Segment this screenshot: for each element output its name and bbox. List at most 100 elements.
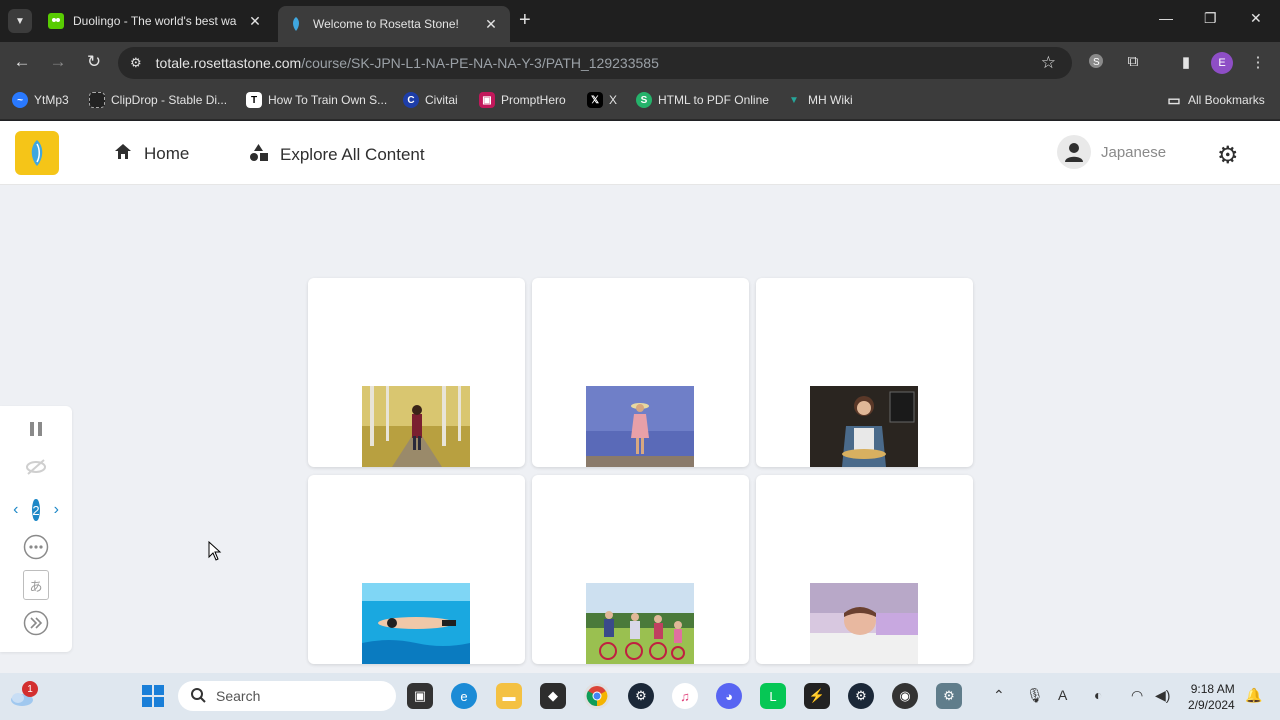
forward-icon[interactable]: → [47, 52, 69, 72]
bookmark-civitai[interactable]: C Civitai [403, 92, 458, 108]
line-icon[interactable]: L [760, 683, 786, 709]
photo-girl-on-beach [586, 386, 694, 467]
all-bookmarks-label: All Bookmarks [1188, 93, 1265, 107]
steam-icon[interactable]: ⚙ [628, 683, 654, 709]
chrome-menu-icon[interactable]: ⋮ [1247, 53, 1269, 71]
rosetta-page: Home Explore All Content Japanese ⚙ ‹ 2 … [0, 121, 1280, 673]
bolt-app-icon[interactable]: ⚡ [804, 683, 830, 709]
image-card[interactable] [308, 278, 525, 467]
nav-explore-label: Explore All Content [280, 145, 425, 164]
nav-home[interactable]: Home [114, 143, 189, 165]
kana-icon[interactable]: あ [0, 570, 72, 600]
photo-boy-sleeping [810, 583, 918, 664]
rosetta-stone-icon [288, 16, 304, 32]
obs-icon[interactable]: ◉ [892, 683, 918, 709]
bookmark-html-to-pdf[interactable]: S HTML to PDF Online [636, 92, 769, 108]
bookmark-label: HTML to PDF Online [658, 93, 769, 107]
lesson-control-panel: ‹ 2 › あ [0, 406, 72, 652]
minimize-icon[interactable]: — [1159, 10, 1173, 26]
windows-start-icon[interactable] [140, 683, 166, 709]
close-tab-icon[interactable]: ✕ [246, 13, 264, 30]
system-clock[interactable]: 9:18 AM 2/9/2024 [1188, 681, 1235, 713]
image-card[interactable] [532, 475, 749, 664]
bookmark-label: YtMp3 [34, 93, 69, 107]
tab-search-chevron-icon[interactable]: ▼ [8, 9, 32, 33]
vpn-icon[interactable]: ◐ [1094, 687, 1102, 703]
search-icon [190, 687, 206, 706]
itunes-icon[interactable]: ♫ [672, 683, 698, 709]
rosetta-logo[interactable] [15, 131, 59, 175]
bookmark-clipdrop[interactable]: ClipDrop - Stable Di... [89, 92, 227, 108]
steam-2-icon[interactable]: ⚙ [848, 683, 874, 709]
all-bookmarks[interactable]: ▭ All Bookmarks [1166, 91, 1265, 108]
bookmark-star-icon[interactable]: ☆ [1041, 53, 1056, 73]
mouse-cursor-icon [208, 540, 222, 566]
tab-duolingo[interactable]: Duolingo - The world's best wa ✕ [38, 6, 274, 36]
bookmark-mh-wiki[interactable]: ▼ MH Wiki [786, 92, 853, 108]
microphone-icon[interactable]: 🎙 [1026, 687, 1044, 704]
file-explorer-icon[interactable]: ▬ [496, 683, 522, 709]
clipdrop-icon [89, 92, 105, 108]
tab-rosetta-stone[interactable]: Welcome to Rosetta Stone! ✕ [278, 6, 510, 42]
html-to-pdf-icon: S [636, 92, 652, 108]
bookmark-how-to-train[interactable]: T How To Train Own S... [246, 92, 387, 108]
home-icon [114, 143, 132, 165]
photo-woman-walking-forest [362, 386, 470, 467]
windows-taskbar: 1 Search ▣ e ▬ ◆ ⚙ ♫ ◕ L ⚡ ⚙ ◉ ⚙ ⌃ 🎙 A ◐… [0, 673, 1280, 720]
tray-overflow-icon[interactable]: ⌃ [993, 687, 1005, 704]
close-window-icon[interactable]: ✕ [1250, 10, 1262, 27]
user-menu[interactable]: Japanese [1057, 135, 1166, 169]
profile-avatar[interactable]: E [1211, 52, 1233, 74]
edge-icon[interactable]: e [451, 683, 477, 709]
bookmark-prompthero[interactable]: ▣ PromptHero [479, 92, 566, 108]
discord-icon[interactable]: ◕ [716, 683, 742, 709]
image-card[interactable] [532, 278, 749, 467]
back-icon[interactable]: ← [11, 52, 33, 72]
chrome-icon[interactable] [584, 683, 610, 709]
notifications-bell-icon[interactable]: 🔔 [1245, 687, 1262, 704]
notification-badge: 1 [22, 681, 38, 697]
site-settings-icon[interactable]: ⚙ [130, 55, 142, 71]
extensions-puzzle-icon[interactable]: ⧉ [1122, 53, 1144, 70]
browser-toolbar: ← → ↻ ⚙ totale.rosettastone.com/course/S… [0, 42, 1280, 84]
hide-icon[interactable] [0, 456, 72, 478]
restore-icon[interactable]: ❐ [1204, 10, 1217, 27]
user-avatar-icon [1057, 135, 1091, 169]
reload-icon[interactable]: ↻ [83, 52, 105, 72]
extension-s-icon[interactable]: S [1085, 53, 1107, 73]
app-header: Home Explore All Content Japanese ⚙ [0, 121, 1280, 185]
wifi-icon[interactable]: ◠ [1131, 687, 1143, 704]
bookmark-x[interactable]: 𝕏 X [587, 92, 617, 108]
bookmark-ytmp3[interactable]: ~ YtMp3 [12, 92, 69, 108]
nav-explore[interactable]: Explore All Content [249, 143, 425, 167]
volume-icon[interactable]: ◀) [1155, 687, 1170, 704]
task-view-icon[interactable]: ▣ [407, 683, 433, 709]
close-tab-icon[interactable]: ✕ [482, 16, 500, 33]
settings-app-icon[interactable]: ⚙ [936, 683, 962, 709]
image-card[interactable] [756, 278, 973, 467]
skip-icon[interactable] [0, 610, 72, 636]
previous-page-icon[interactable]: ‹ [13, 501, 18, 519]
bookmark-label: PromptHero [501, 93, 566, 107]
address-bar[interactable]: ⚙ totale.rosettastone.com/course/SK-JPN-… [118, 47, 1072, 79]
image-card[interactable] [308, 475, 525, 664]
new-tab-icon[interactable]: + [519, 10, 531, 30]
settings-gear-icon[interactable]: ⚙ [1217, 141, 1239, 170]
nvidia-icon[interactable]: ◆ [540, 683, 566, 709]
user-language: Japanese [1101, 143, 1167, 161]
pause-icon[interactable] [0, 418, 72, 440]
side-panel-icon[interactable]: ▮ [1175, 53, 1197, 71]
bookmark-label: Civitai [425, 93, 458, 107]
more-icon[interactable] [0, 534, 72, 560]
photo-children-on-bicycles [586, 583, 694, 664]
taskbar-search[interactable]: Search [178, 681, 396, 711]
url-path: /course/SK-JPN-L1-NA-PE-NA-NA-Y-3/PATH_1… [301, 55, 659, 71]
next-page-icon[interactable]: › [54, 501, 59, 519]
bookmark-label: MH Wiki [808, 93, 853, 107]
clock-time: 9:18 AM [1190, 682, 1235, 696]
clock-date: 2/9/2024 [1188, 698, 1235, 712]
folder-icon: ▭ [1167, 91, 1181, 108]
ime-icon[interactable]: A [1058, 687, 1067, 703]
photo-swimmer-underwater [362, 583, 470, 664]
image-card[interactable] [756, 475, 973, 664]
